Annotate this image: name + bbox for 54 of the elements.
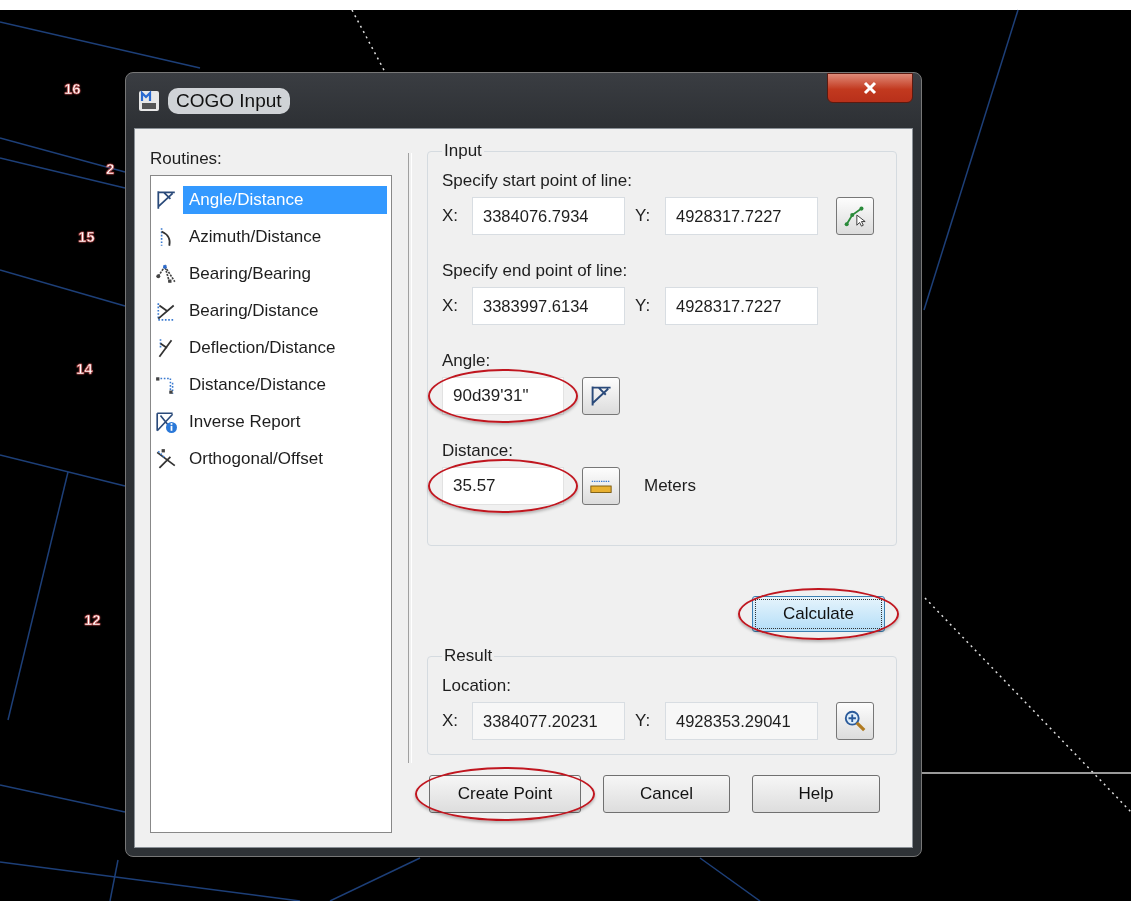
dialog-button[interactable]: Create Point <box>429 775 581 813</box>
parcel-label: 15 <box>78 228 95 245</box>
info-badge-icon <box>155 411 177 433</box>
y-field[interactable]: 4928317.7227 <box>665 287 818 325</box>
y-label: Y: <box>635 206 652 226</box>
parcel-label: 16 <box>64 80 81 97</box>
zoom-button[interactable] <box>836 702 874 740</box>
x-label: X: <box>442 296 460 316</box>
field-label: Specify end point of line: <box>442 261 629 281</box>
field-label: Angle: <box>442 351 492 371</box>
app-icon <box>138 89 160 112</box>
parcel-label: 2 <box>106 160 115 177</box>
distance-field[interactable]: 35.57 <box>442 467 564 505</box>
routine-item[interactable]: Deflection/Distance <box>183 334 387 362</box>
window-title: COGO Input <box>168 87 290 114</box>
close-icon <box>862 81 878 95</box>
angle-lines-icon <box>589 384 613 408</box>
routine-item[interactable]: Bearing/Distance <box>183 297 387 325</box>
offset-lines-icon <box>155 448 177 470</box>
field-label: Specify start point of line: <box>442 171 633 191</box>
angle-pick-button[interactable] <box>582 377 620 415</box>
x-label: X: <box>442 206 460 226</box>
group-title: Result <box>443 646 494 666</box>
routine-item[interactable]: Inverse Report <box>183 408 387 436</box>
x-field[interactable]: 3384076.7934 <box>472 197 625 235</box>
field-label: Location: <box>442 676 512 696</box>
dialog-button[interactable]: Cancel <box>603 775 730 813</box>
y-field[interactable]: 4928317.7227 <box>665 197 818 235</box>
parcel-label: 14 <box>76 360 93 377</box>
close-button[interactable] <box>827 73 913 103</box>
intersecting-lines-icon <box>155 263 177 285</box>
x-field[interactable]: 3384077.20231 <box>472 702 625 740</box>
routines-label: Routines: <box>150 149 223 169</box>
parcel-label: 12 <box>84 611 101 628</box>
routine-item[interactable]: Bearing/Bearing <box>183 260 387 288</box>
unit-label: Meters <box>644 476 696 496</box>
pick-point-button[interactable] <box>836 197 874 235</box>
routine-item[interactable]: Azimuth/Distance <box>183 223 387 251</box>
field-label: Distance: <box>442 441 514 461</box>
calculate-button[interactable]: Calculate <box>752 596 885 632</box>
group-title: Input <box>443 141 483 161</box>
y-label: Y: <box>635 296 652 316</box>
routine-item[interactable]: Orthogonal/Offset <box>183 445 387 473</box>
zoom-in-icon <box>843 708 867 734</box>
angle-lines-icon <box>155 189 177 211</box>
x-field[interactable]: 3383997.6134 <box>472 287 625 325</box>
y-field[interactable]: 4928353.29041 <box>665 702 818 740</box>
bearing-lines-icon <box>155 300 177 322</box>
y-label: Y: <box>635 711 652 731</box>
x-label: X: <box>442 711 460 731</box>
measure-button[interactable] <box>582 467 620 505</box>
dialog-button[interactable]: Help <box>752 775 880 813</box>
angle-field[interactable]: 90d39'31" <box>442 377 564 415</box>
routine-item[interactable]: Distance/Distance <box>183 371 387 399</box>
